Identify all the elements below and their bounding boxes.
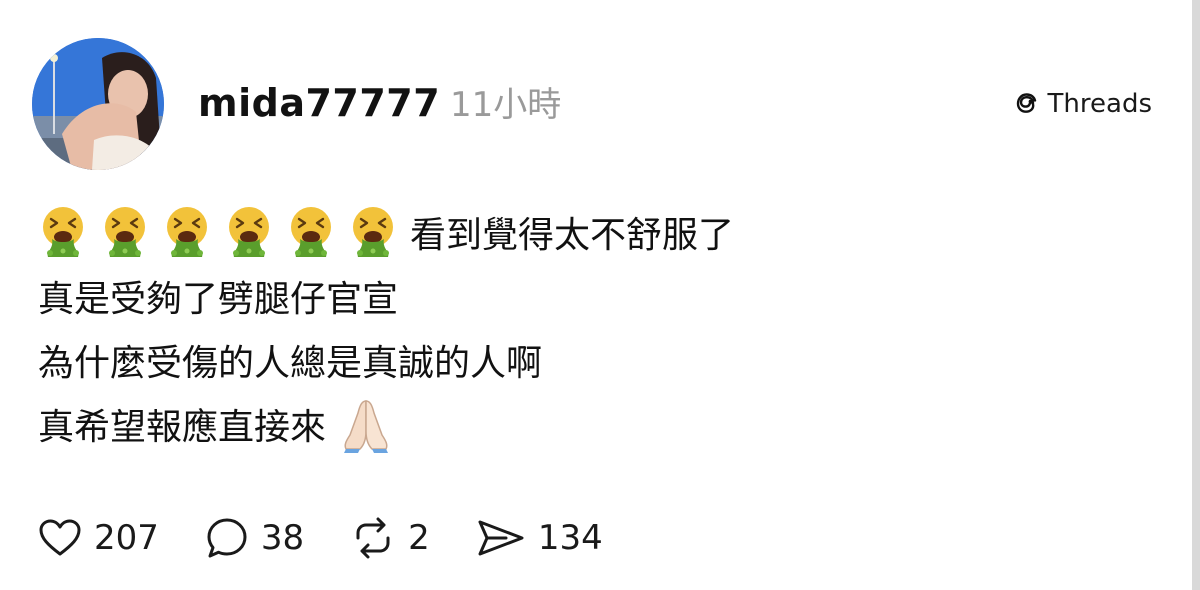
folded-hands-icon	[336, 395, 396, 453]
threads-brand-label: Threads	[1047, 89, 1152, 119]
nauseated-vomiting-face-icon	[162, 205, 212, 259]
post-text-line: 真希望報應直接來	[38, 407, 327, 448]
post-action-bar: 207 38 2 134	[38, 510, 649, 566]
repost-count: 2	[408, 518, 430, 558]
author-username[interactable]: mida77777	[198, 78, 440, 128]
nauseated-vomiting-face-icon	[348, 205, 398, 259]
post-text-line: 為什麼受傷的人總是真誠的人啊	[38, 343, 543, 384]
nauseated-vomiting-face-icon	[38, 205, 88, 259]
repost-icon	[356, 517, 390, 559]
nauseated-vomiting-face-icon	[100, 205, 150, 259]
nauseated-vomiting-face-icon	[286, 205, 336, 259]
post-line-3: 為什麼受傷的人總是真誠的人啊	[38, 328, 1158, 392]
like-button[interactable]: 207	[38, 518, 159, 558]
window-edge	[1192, 0, 1200, 590]
like-count: 207	[94, 518, 159, 558]
post-body: 看到覺得太不舒服了 真是受夠了劈腿仔官宣 為什麼受傷的人總是真誠的人啊 真希望報…	[38, 200, 1158, 456]
threads-at-icon	[1016, 93, 1036, 113]
post-line-1: 看到覺得太不舒服了	[38, 200, 1158, 264]
comment-button[interactable]: 38	[205, 516, 304, 560]
post-timestamp: 11小時	[450, 85, 562, 125]
share-count: 134	[537, 518, 603, 558]
post-text-line: 真是受夠了劈腿仔官宣	[38, 279, 399, 320]
threads-post: mida77777 11小時 Threads 看到覺得太不舒服了 真是受夠了劈腿…	[0, 0, 1190, 590]
post-line-2: 真是受夠了劈腿仔官宣	[38, 264, 1158, 328]
comment-bubble-icon	[207, 518, 247, 558]
comment-count: 38	[260, 518, 305, 558]
post-line-4: 真希望報應直接來	[38, 392, 1158, 456]
repost-button[interactable]: 2	[350, 516, 430, 560]
send-icon	[478, 520, 524, 556]
avatar[interactable]	[32, 38, 164, 170]
heart-icon	[39, 519, 81, 556]
share-button[interactable]: 134	[476, 518, 603, 558]
nauseated-vomiting-face-icon	[224, 205, 274, 259]
threads-logo: Threads	[1012, 84, 1152, 124]
post-text-line: 看到覺得太不舒服了	[410, 215, 735, 256]
